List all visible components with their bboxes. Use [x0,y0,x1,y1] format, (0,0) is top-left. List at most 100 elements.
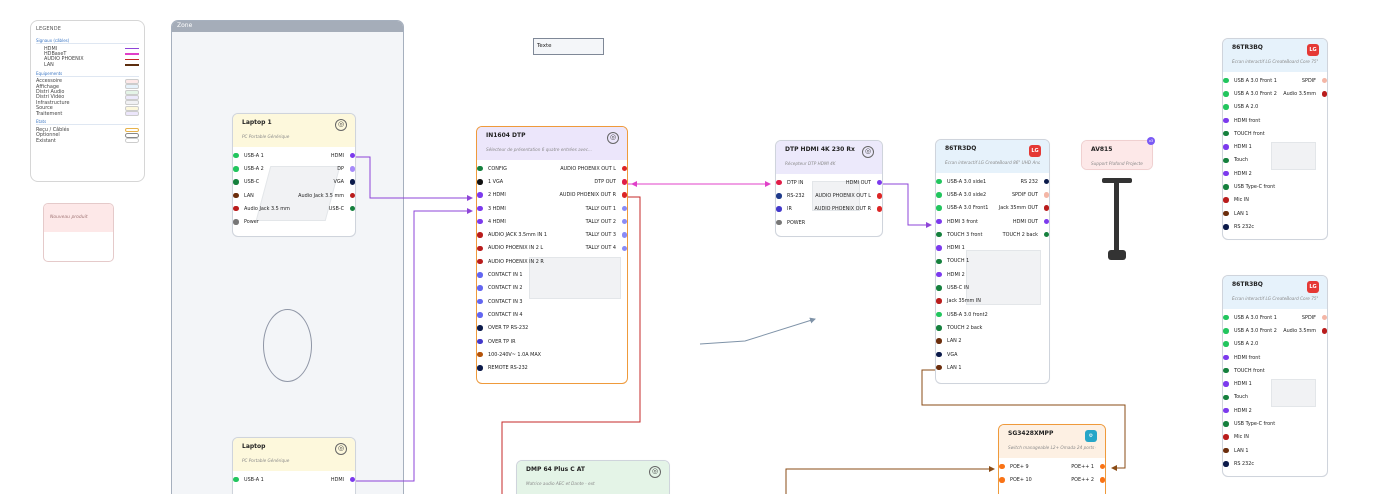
port-connector-in[interactable] [1223,341,1229,347]
port-connector-in[interactable] [1223,184,1229,190]
port-connector-in[interactable] [233,166,239,172]
device-laptop-2[interactable]: Laptop PC Portable Générique ◎ USB-A 1 HD… [232,437,356,494]
port-connector-in[interactable] [477,285,483,291]
port-connector-out[interactable] [876,179,882,186]
device-dmp-64-plus[interactable]: DMP 64 Plus C AT Matrice audio AEC et Da… [516,460,670,494]
port-connector-in[interactable] [233,179,239,185]
port-connector-in[interactable] [477,205,483,212]
port-connector-in[interactable] [936,178,942,185]
new-product-card[interactable]: Nouveau produit [43,203,114,262]
port-connector-out[interactable] [349,192,355,199]
port-connector-out[interactable] [1043,205,1049,211]
port-connector-out[interactable] [621,179,627,185]
port-connector-out[interactable] [349,476,355,483]
port-connector-out[interactable] [349,205,355,212]
port-connector-in[interactable] [477,298,483,305]
port-connector-in[interactable] [936,192,942,198]
port-connector-in[interactable] [936,271,942,278]
port-connector-in[interactable] [1223,224,1229,230]
port-connector-in[interactable] [776,206,782,212]
port-connector-in[interactable] [936,351,942,358]
port-connector-in[interactable] [1223,421,1229,427]
ellipse-shape[interactable] [263,309,312,382]
port-connector-in[interactable] [1223,394,1229,401]
port-connector-in[interactable] [999,477,1005,483]
device-sg3428xmpp[interactable]: SG3428XMPP Switch manageable L2+ Omada 2… [998,424,1106,494]
port-connector-in[interactable] [477,338,483,345]
port-connector-in[interactable] [776,193,782,199]
device-86tr3dq[interactable]: 86TR3DQ Écran interactif LG CreateBoard … [935,139,1050,384]
port-connector-in[interactable] [936,205,942,211]
device-86tr3bq-top[interactable]: 86TR3BQ Écran interactif LG CreateBoard … [1222,38,1328,240]
port-connector-in[interactable] [477,351,483,358]
port-connector-in[interactable] [477,312,483,318]
port-connector-in[interactable] [1223,130,1229,137]
device-86tr3bq-bottom[interactable]: 86TR3BQ Écran interactif LG CreateBoard … [1222,275,1328,477]
port-connector-in[interactable] [477,325,483,331]
port-connector-in[interactable] [1223,170,1229,177]
port-connector-in[interactable] [1223,197,1229,203]
port-connector-in[interactable] [936,325,942,331]
port-connector-in[interactable] [1223,210,1229,217]
port-connector-out[interactable] [621,218,627,225]
port-connector-out[interactable] [1321,314,1327,321]
port-connector-in[interactable] [1223,314,1229,321]
port-connector-out[interactable] [876,206,882,212]
port-connector-out[interactable] [621,245,627,252]
port-connector-in[interactable] [477,232,483,238]
port-connector-out[interactable] [621,192,627,198]
port-connector-in[interactable] [477,258,483,265]
port-connector-in[interactable] [936,231,942,238]
port-connector-out[interactable] [1321,91,1327,97]
port-connector-in[interactable] [1223,117,1229,124]
port-connector-in[interactable] [936,364,942,371]
port-connector-in[interactable] [1223,381,1229,387]
port-connector-in[interactable] [936,245,942,251]
port-connector-out[interactable] [1099,477,1105,483]
port-connector-in[interactable] [233,152,239,159]
port-connector-in[interactable] [936,285,942,291]
device-av815[interactable]: AV815 Support Plafond Projecteur [1081,140,1153,170]
port-connector-in[interactable] [477,365,483,371]
port-connector-in[interactable] [1223,447,1229,454]
port-connector-out[interactable] [876,193,882,199]
port-connector-out[interactable] [1321,328,1327,334]
port-connector-in[interactable] [1223,157,1229,164]
device-dtp-hdmi-rx[interactable]: DTP HDMI 4K 230 Rx Récepteur DTP HDMI 4K… [775,140,883,237]
port-connector-in[interactable] [1223,91,1229,97]
port-connector-in[interactable] [936,311,942,318]
port-connector-in[interactable] [477,272,483,278]
port-connector-in[interactable] [776,179,782,186]
device-in1604-dtp[interactable]: IN1604 DTP Sélecteur de présentation 6 q… [476,126,628,384]
port-connector-out[interactable] [349,179,355,185]
port-connector-in[interactable] [776,219,782,226]
port-connector-in[interactable] [477,165,483,172]
schematic-canvas[interactable]: LEGENDE Signaux (câbles) HDMI HDBaseT AUDI… [0,0,1400,494]
port-connector-in[interactable] [1223,144,1229,150]
device-laptop-1[interactable]: Laptop 1 PC Portable Générique ◎ USB-A 1… [232,113,356,237]
port-connector-in[interactable] [936,338,942,344]
port-connector-out[interactable] [1043,218,1049,225]
port-connector-in[interactable] [936,218,942,225]
port-connector-in[interactable] [1223,77,1229,84]
zone-container[interactable]: Zone [171,20,404,494]
port-connector-out[interactable] [349,166,355,172]
port-connector-in[interactable] [233,205,239,212]
port-connector-in[interactable] [477,245,483,252]
port-connector-in[interactable] [1223,104,1229,110]
port-connector-out[interactable] [349,152,355,159]
port-connector-out[interactable] [621,165,627,172]
port-connector-in[interactable] [1223,328,1229,334]
port-connector-out[interactable] [1321,77,1327,84]
port-connector-in[interactable] [936,298,942,304]
port-connector-in[interactable] [936,258,942,265]
port-connector-in[interactable] [1223,354,1229,361]
port-connector-in[interactable] [233,192,239,199]
port-connector-in[interactable] [477,218,483,225]
port-connector-in[interactable] [477,179,483,185]
port-connector-out[interactable] [1043,178,1049,185]
port-connector-in[interactable] [233,219,239,225]
port-connector-in[interactable] [233,476,239,483]
port-connector-in[interactable] [1223,434,1229,440]
port-connector-out[interactable] [621,205,627,212]
